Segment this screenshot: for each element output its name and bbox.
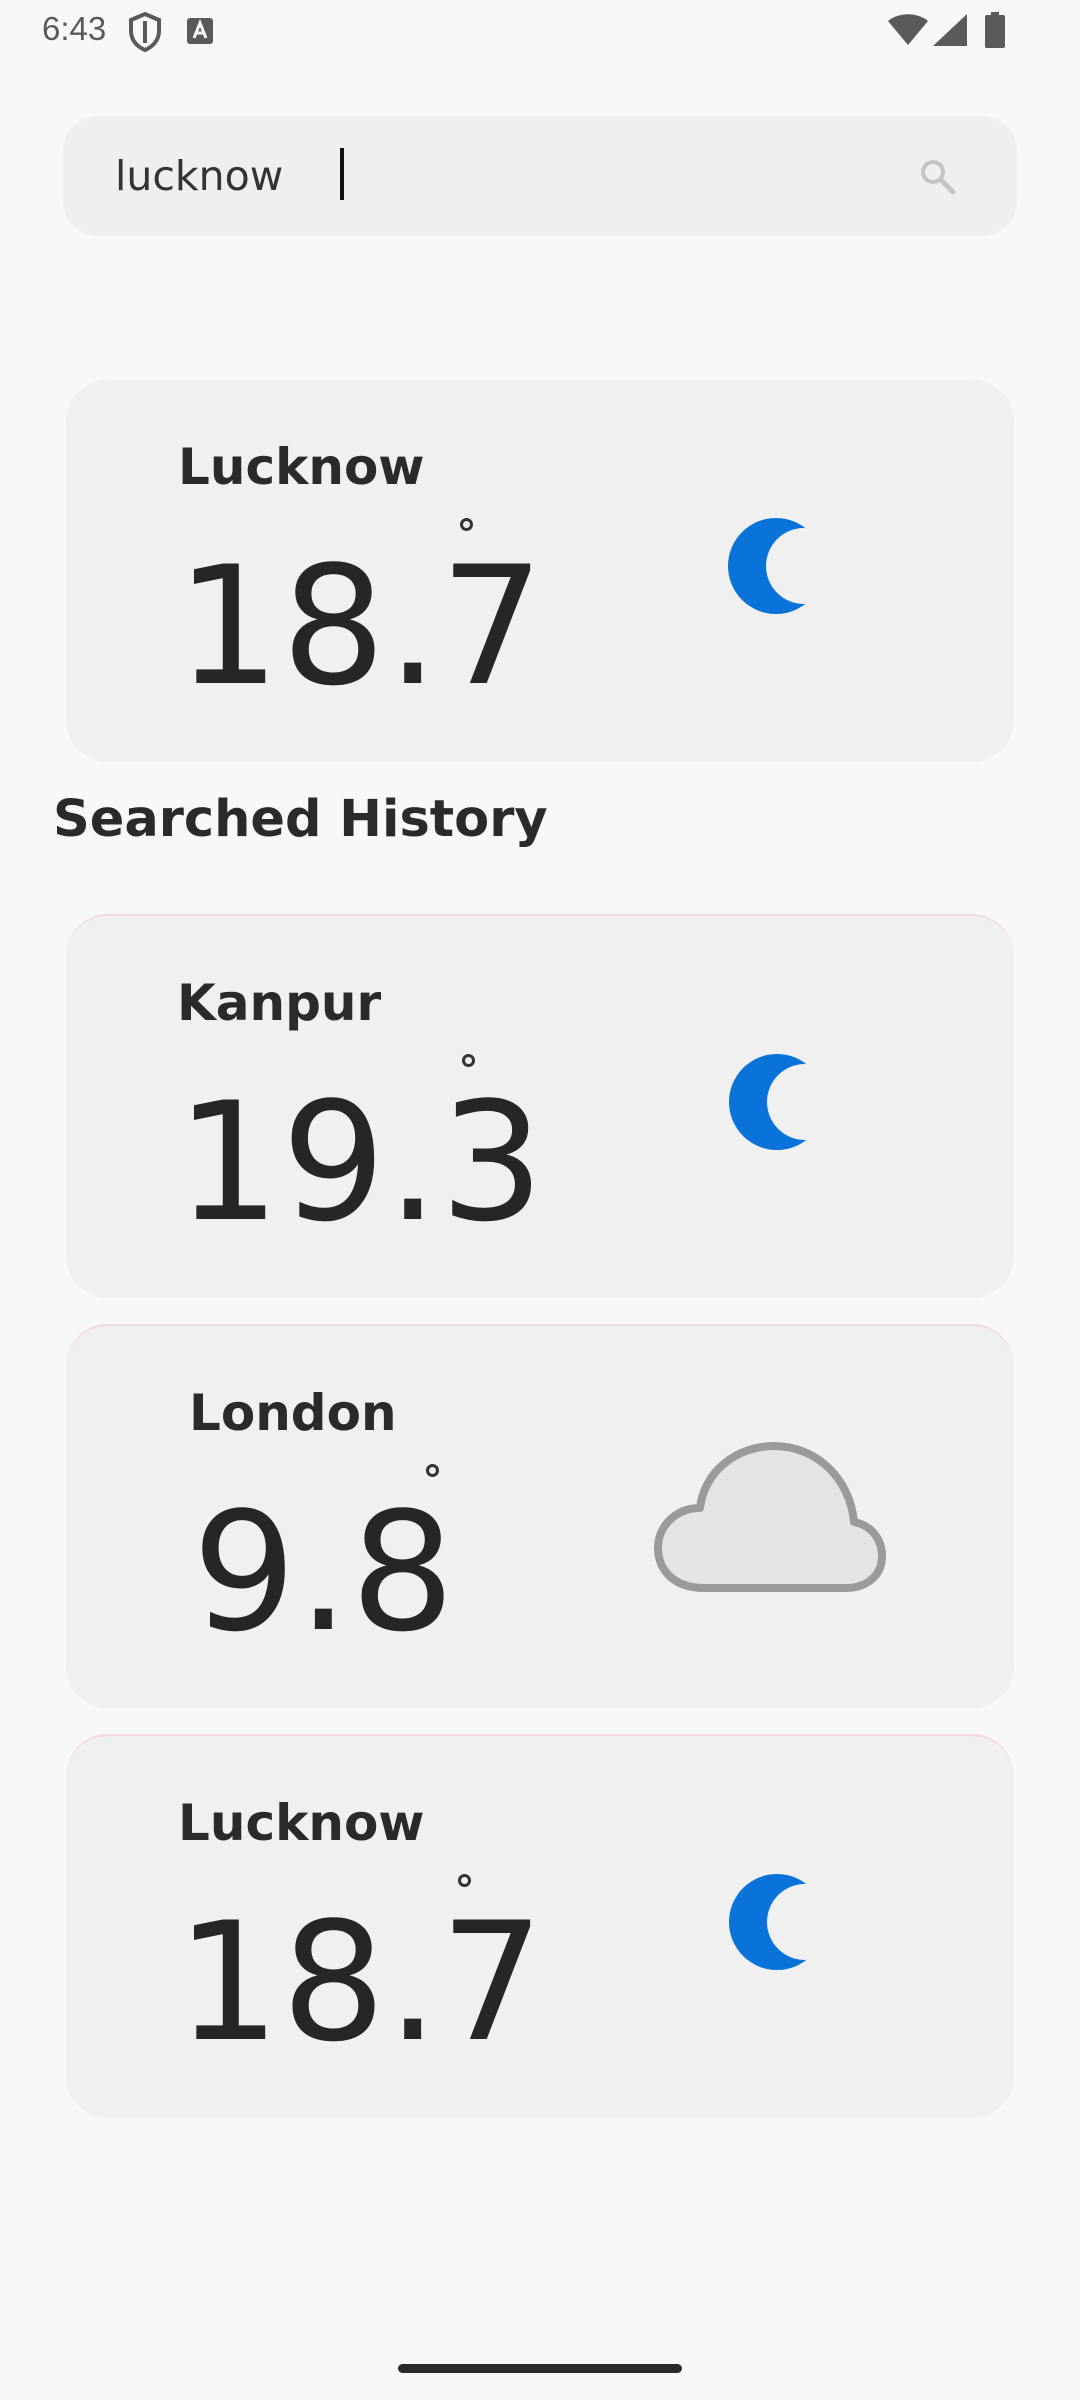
wifi-icon xyxy=(888,14,928,45)
status-bar: 6:43 xyxy=(0,0,1080,64)
cloud-icon xyxy=(654,1442,886,1592)
degree-symbol xyxy=(462,1054,475,1067)
search-input[interactable] xyxy=(115,142,895,210)
temperature-value: 18.7 xyxy=(176,531,546,722)
home-indicator[interactable] xyxy=(398,2364,682,2373)
section-title: Searched History xyxy=(53,790,548,849)
shield-icon xyxy=(129,12,161,52)
current-weather-card[interactable]: Lucknow 18.7 xyxy=(66,380,1014,762)
city-name: Lucknow xyxy=(178,438,425,496)
temperature-value: 19.3 xyxy=(176,1067,546,1258)
degree-symbol xyxy=(458,1874,471,1887)
city-name: London xyxy=(189,1384,397,1442)
temperature-value: 9.8 xyxy=(192,1477,456,1668)
search-icon[interactable] xyxy=(918,157,958,197)
history-card[interactable]: London 9.8 xyxy=(66,1324,1014,1708)
search-bar[interactable] xyxy=(63,116,1017,236)
moon-icon xyxy=(728,518,826,614)
degree-symbol xyxy=(460,518,473,531)
city-name: Lucknow xyxy=(178,1794,425,1852)
history-card[interactable]: Lucknow 18.7 xyxy=(66,1734,1014,2118)
degree-symbol xyxy=(426,1464,439,1477)
signal-icon xyxy=(933,14,967,46)
moon-icon xyxy=(729,1874,827,1970)
keyboard-a-icon xyxy=(187,18,213,44)
status-time: 6:43 xyxy=(42,10,107,47)
moon-icon xyxy=(729,1054,827,1150)
city-name: Kanpur xyxy=(177,974,382,1032)
text-cursor xyxy=(340,148,344,200)
temperature-value: 18.7 xyxy=(176,1887,546,2078)
history-card[interactable]: Kanpur 19.3 xyxy=(66,914,1014,1298)
battery-icon xyxy=(985,12,1005,48)
